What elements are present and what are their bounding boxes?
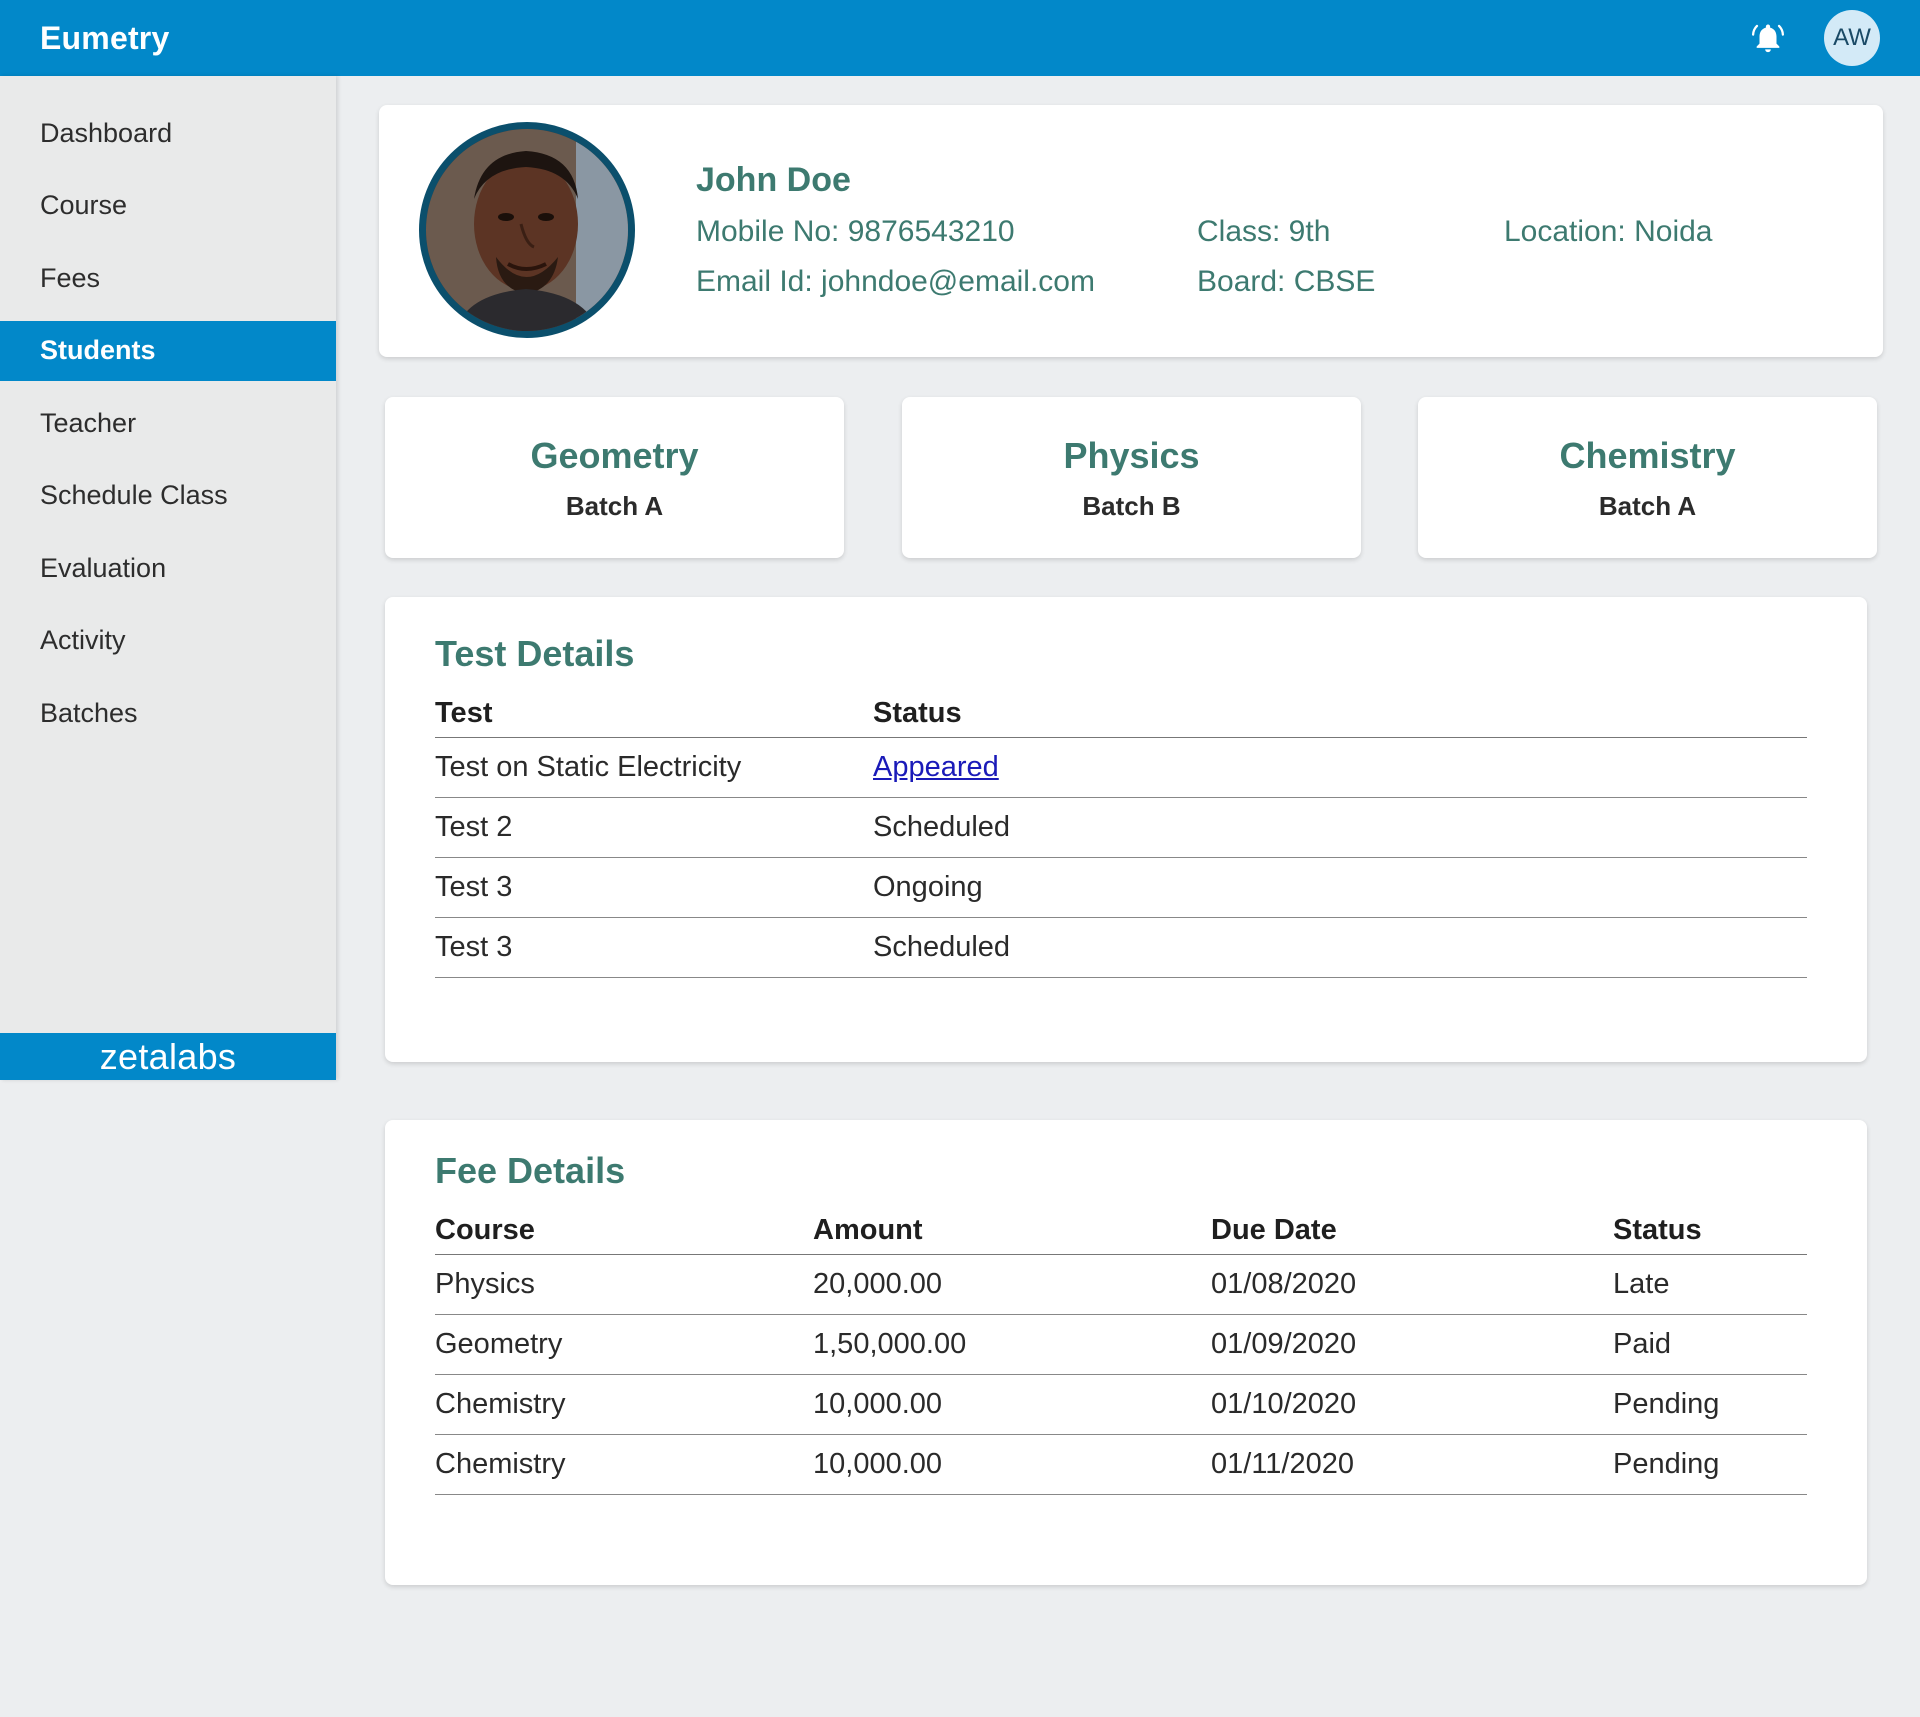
column-header-status: Status <box>1613 1208 1807 1255</box>
footer-logo-text: zetalabs <box>99 1035 237 1077</box>
column-header-due-date: Due Date <box>1211 1208 1613 1255</box>
subject-batch: Batch B <box>1082 491 1181 521</box>
fee-course-cell: Geometry <box>435 1314 813 1375</box>
test-status-cell: Scheduled <box>873 917 1807 978</box>
table-row: Chemistry 10,000.00 01/10/2020 Pending <box>435 1374 1807 1435</box>
student-name: John Doe <box>696 161 851 199</box>
test-details-card: Test Details Test Status Test on Static … <box>385 597 1867 1062</box>
fee-due-date-cell: 01/09/2020 <box>1211 1314 1613 1375</box>
subject-card-physics[interactable]: Physics Batch B <box>902 397 1361 558</box>
sidebar-item-teacher[interactable]: Teacher <box>0 393 336 453</box>
sidebar-nav: Dashboard Course Fees Students Teacher Schedu… <box>0 103 336 743</box>
table-row: Geometry 1,50,000.00 01/09/2020 Paid <box>435 1314 1807 1375</box>
sidebar-item-fees[interactable]: Fees <box>0 248 336 308</box>
sidebar-item-activity[interactable]: Activity <box>0 611 336 671</box>
fee-amount-cell: 20,000.00 <box>813 1254 1211 1315</box>
test-name-cell: Test 2 <box>435 797 873 858</box>
appeared-link[interactable]: Appeared <box>873 751 999 783</box>
fee-amount-cell: 10,000.00 <box>813 1434 1211 1495</box>
fee-amount-cell: 10,000.00 <box>813 1374 1211 1435</box>
subject-batch: Batch A <box>565 491 664 521</box>
notification-bell-icon[interactable] <box>1748 18 1788 58</box>
sidebar-item-dashboard[interactable]: Dashboard <box>0 103 336 163</box>
fee-details-table: Course Amount Due Date Status Physics 20,… <box>435 1208 1807 1495</box>
fee-status-cell: Pending <box>1613 1434 1807 1495</box>
test-name-cell: Test 3 <box>435 857 873 918</box>
sidebar: Dashboard Course Fees Students Teacher Schedu… <box>0 76 336 1080</box>
student-board: Board: CBSE <box>1197 265 1376 298</box>
column-header-amount: Amount <box>813 1208 1211 1255</box>
subject-name: Physics <box>1063 435 1200 476</box>
test-details-table: Test Status Test on Static Electricity Ap… <box>435 691 1807 978</box>
fee-details-card: Fee Details Course Amount Due Date Statu… <box>385 1120 1867 1585</box>
fee-due-date-cell: 01/08/2020 <box>1211 1254 1613 1315</box>
user-avatar[interactable]: AW <box>1824 10 1880 66</box>
table-row: Physics 20,000.00 01/08/2020 Late <box>435 1254 1807 1315</box>
subject-card-chemistry[interactable]: Chemistry Batch A <box>1418 397 1877 558</box>
table-row: Test 2 Scheduled <box>435 797 1807 858</box>
table-row: Chemistry 10,000.00 01/11/2020 Pending <box>435 1434 1807 1495</box>
fee-due-date-cell: 01/10/2020 <box>1211 1374 1613 1435</box>
fee-course-cell: Chemistry <box>435 1434 813 1495</box>
fee-course-cell: Physics <box>435 1254 813 1315</box>
subject-name: Chemistry <box>1559 435 1736 476</box>
fee-course-cell: Chemistry <box>435 1374 813 1435</box>
student-location: Location: Noida <box>1504 215 1713 248</box>
fee-status-cell: Paid <box>1613 1314 1807 1375</box>
student-mobile: Mobile No: 9876543210 <box>696 215 1015 248</box>
student-email: Email Id: johndoe@email.com <box>696 265 1095 298</box>
subject-card-geometry[interactable]: Geometry Batch A <box>385 397 844 558</box>
column-header-status: Status <box>873 691 1807 738</box>
top-bar: Eumetry AW <box>0 0 1920 76</box>
test-name-cell: Test 3 <box>435 917 873 978</box>
topbar-actions: AW <box>1748 10 1880 66</box>
sidebar-item-schedule-class[interactable]: Schedule Class <box>0 466 336 526</box>
table-row: Test 3 Scheduled <box>435 917 1807 978</box>
student-class: Class: 9th <box>1197 215 1331 248</box>
table-header-row: Test Status <box>435 691 1807 738</box>
sidebar-item-students[interactable]: Students <box>0 320 336 381</box>
subject-batch: Batch A <box>1598 491 1697 521</box>
column-header-test: Test <box>435 691 873 738</box>
fee-due-date-cell: 01/11/2020 <box>1211 1434 1613 1495</box>
table-row: Test 3 Ongoing <box>435 857 1807 918</box>
table-row: Test on Static Electricity Appeared <box>435 737 1807 798</box>
column-header-course: Course <box>435 1208 813 1255</box>
subject-name: Geometry <box>530 435 699 476</box>
fee-status-cell: Late <box>1613 1254 1807 1315</box>
fee-amount-cell: 1,50,000.00 <box>813 1314 1211 1375</box>
test-status-cell: Appeared <box>873 737 1807 798</box>
sidebar-item-evaluation[interactable]: Evaluation <box>0 538 336 598</box>
sidebar-item-course[interactable]: Course <box>0 176 336 236</box>
fee-details-title: Fee Details <box>435 1150 626 1191</box>
student-photo <box>419 122 635 338</box>
profile-card: John Doe Mobile No: 9876543210 Email Id:… <box>379 105 1883 357</box>
test-status-cell: Ongoing <box>873 857 1807 918</box>
test-status-cell: Scheduled <box>873 797 1807 858</box>
app-brand[interactable]: Eumetry <box>40 20 169 57</box>
table-header-row: Course Amount Due Date Status <box>435 1208 1807 1255</box>
fee-status-cell: Pending <box>1613 1374 1807 1435</box>
test-name-cell: Test on Static Electricity <box>435 737 873 798</box>
zetalabs-logo: zetalabs <box>0 1033 336 1080</box>
sidebar-item-batches[interactable]: Batches <box>0 683 336 743</box>
test-details-title: Test Details <box>435 633 635 674</box>
